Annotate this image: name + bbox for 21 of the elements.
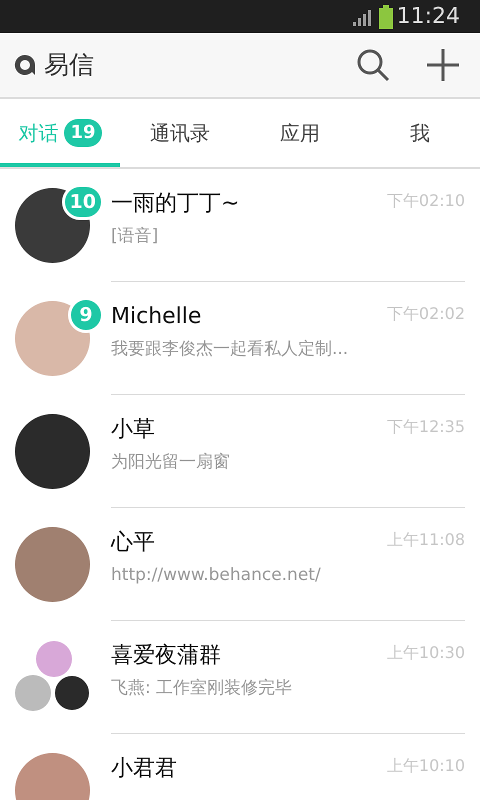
message-preview: [语音] [111, 225, 160, 248]
contact-name: 心平 [111, 529, 155, 557]
clock-time: 11:24 [396, 3, 460, 31]
logo-icon [14, 54, 36, 76]
battery-icon [378, 4, 393, 28]
message-preview: 为阳光留一扇窗 [111, 451, 231, 474]
message-preview: http://www.behance.net/ [111, 564, 322, 587]
tab[interactable]: 通讯录 [120, 99, 240, 167]
unread-count-badge: 10 [62, 184, 104, 220]
tab[interactable]: 应用 [240, 99, 360, 167]
contact-name: 喜爱夜蒲群 [111, 642, 221, 670]
contact-name: Michelle [111, 303, 202, 331]
unread-count-badge: 19 [64, 119, 102, 147]
unread-count-badge: 9 [68, 297, 104, 333]
message-preview: 我要跟李俊杰一起看私人定制... [111, 338, 350, 361]
contact-name: 小草 [111, 416, 155, 444]
tab[interactable]: 我 [360, 99, 480, 167]
contact-name: 小君君 [111, 755, 177, 783]
contact-name: 一雨的丁丁~ [111, 190, 240, 218]
app-title: 易信 [44, 49, 94, 82]
message-preview: 飞燕: 工作室刚装修完毕 [111, 677, 294, 700]
